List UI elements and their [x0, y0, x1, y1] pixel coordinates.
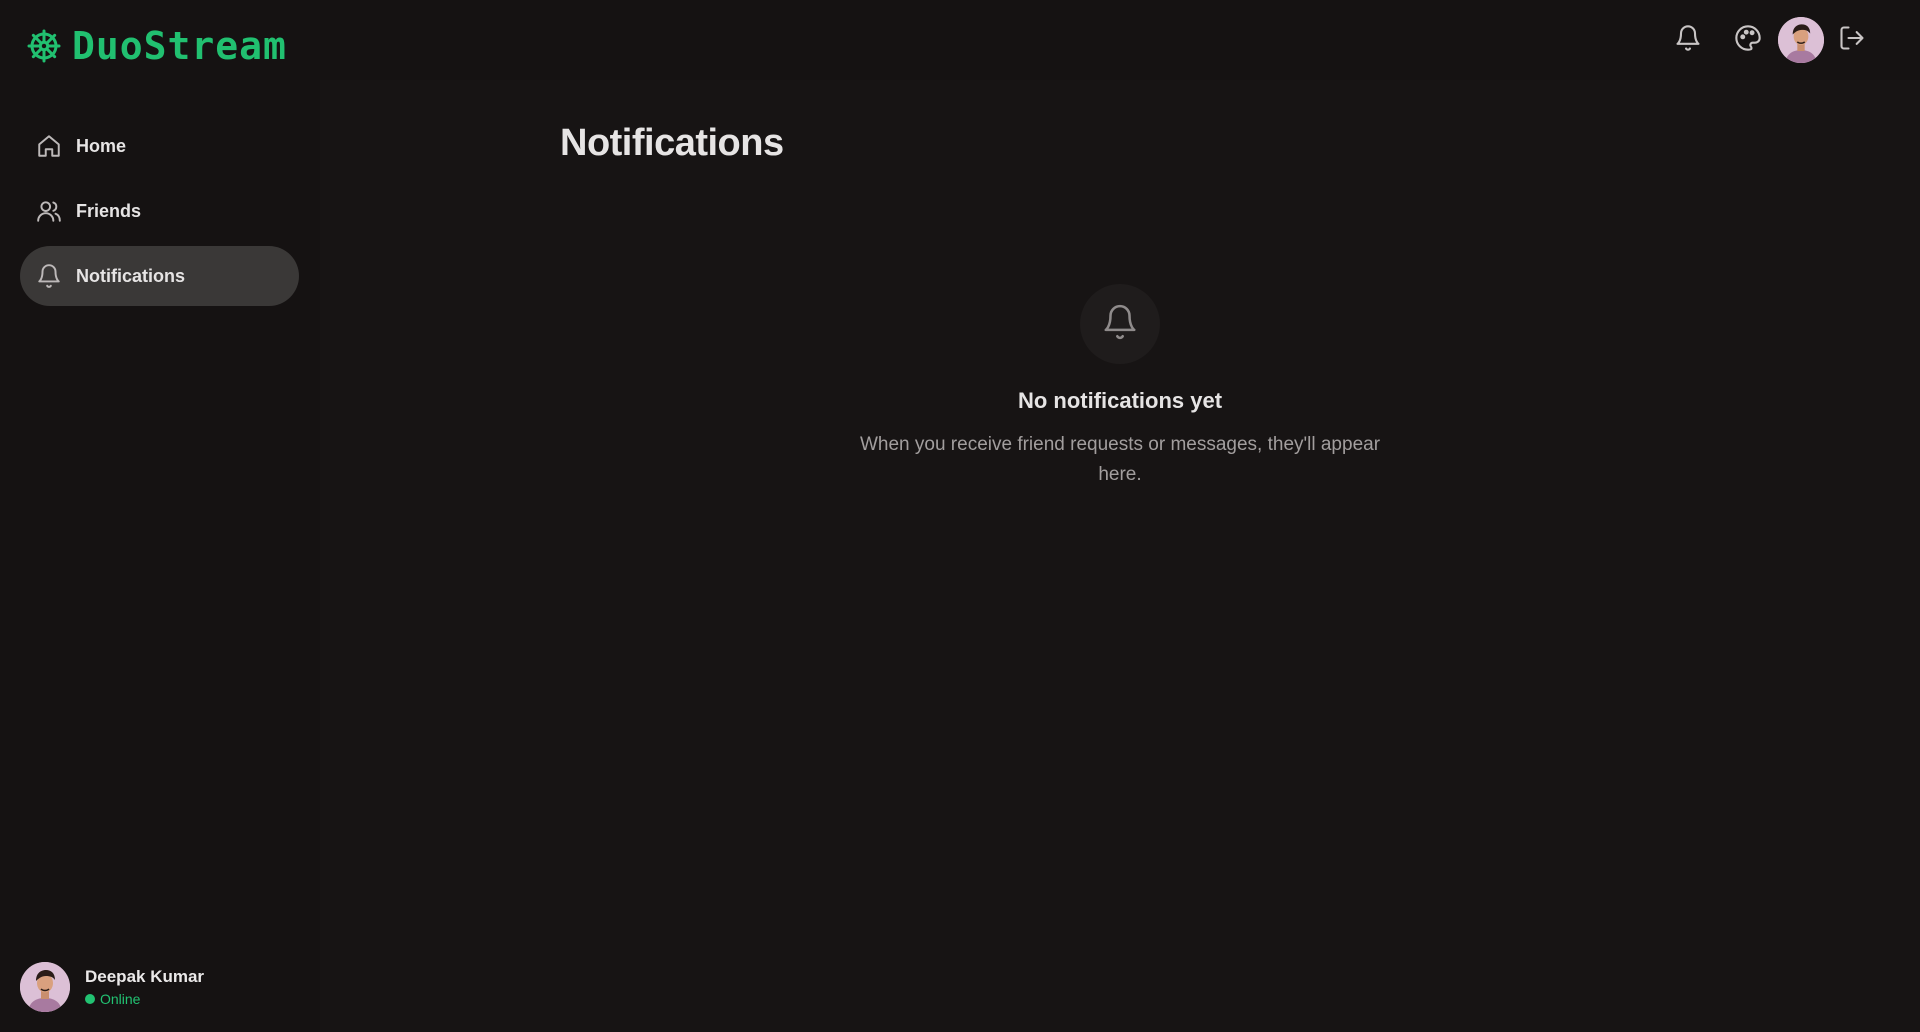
users-icon	[36, 198, 62, 224]
avatar	[20, 962, 70, 1012]
sidebar-item-label: Notifications	[76, 265, 186, 286]
brand-logo[interactable]: DuoStream	[26, 24, 287, 68]
user-status: Online	[85, 991, 204, 1007]
page-title: Notifications	[560, 122, 784, 164]
brand-name: DuoStream	[72, 24, 287, 68]
empty-state: No notifications yet When you receive fr…	[840, 284, 1400, 490]
header-avatar[interactable]	[1778, 17, 1824, 63]
sidebar-item-label: Home	[76, 135, 127, 156]
empty-state-description: When you receive friend requests or mess…	[859, 434, 1381, 485]
empty-state-title: No notifications yet	[1017, 388, 1223, 413]
header-actions	[1650, 16, 1874, 64]
sidebar-nav: Home Friends Notifications	[20, 116, 299, 311]
sidebar-item-friends[interactable]: Friends	[20, 181, 299, 241]
logout-icon	[1838, 24, 1866, 57]
palette-icon	[1734, 24, 1762, 57]
sidebar: DuoStream Home Friends Notifications Dee…	[0, 0, 320, 1032]
sidebar-item-label: Friends	[76, 200, 142, 221]
bell-icon	[1101, 303, 1139, 346]
sidebar-user-card[interactable]: Deepak Kumar Online	[20, 962, 204, 1012]
user-name: Deepak Kumar	[85, 967, 205, 986]
logout-button[interactable]	[1830, 18, 1874, 62]
bell-icon	[1674, 24, 1702, 57]
main-content: Notifications No notifications yet When …	[320, 80, 1920, 1032]
user-status-label: Online	[100, 991, 141, 1007]
sidebar-item-home[interactable]: Home	[20, 116, 299, 176]
status-dot	[85, 994, 95, 1004]
bell-icon	[36, 263, 62, 289]
notifications-button[interactable]	[1666, 18, 1710, 62]
sidebar-item-notifications[interactable]: Notifications	[20, 246, 299, 306]
empty-state-icon-wrap	[1080, 284, 1160, 364]
theme-button[interactable]	[1726, 18, 1770, 62]
top-header	[320, 0, 1920, 80]
ship-wheel-icon	[26, 28, 62, 64]
home-icon	[36, 133, 62, 159]
